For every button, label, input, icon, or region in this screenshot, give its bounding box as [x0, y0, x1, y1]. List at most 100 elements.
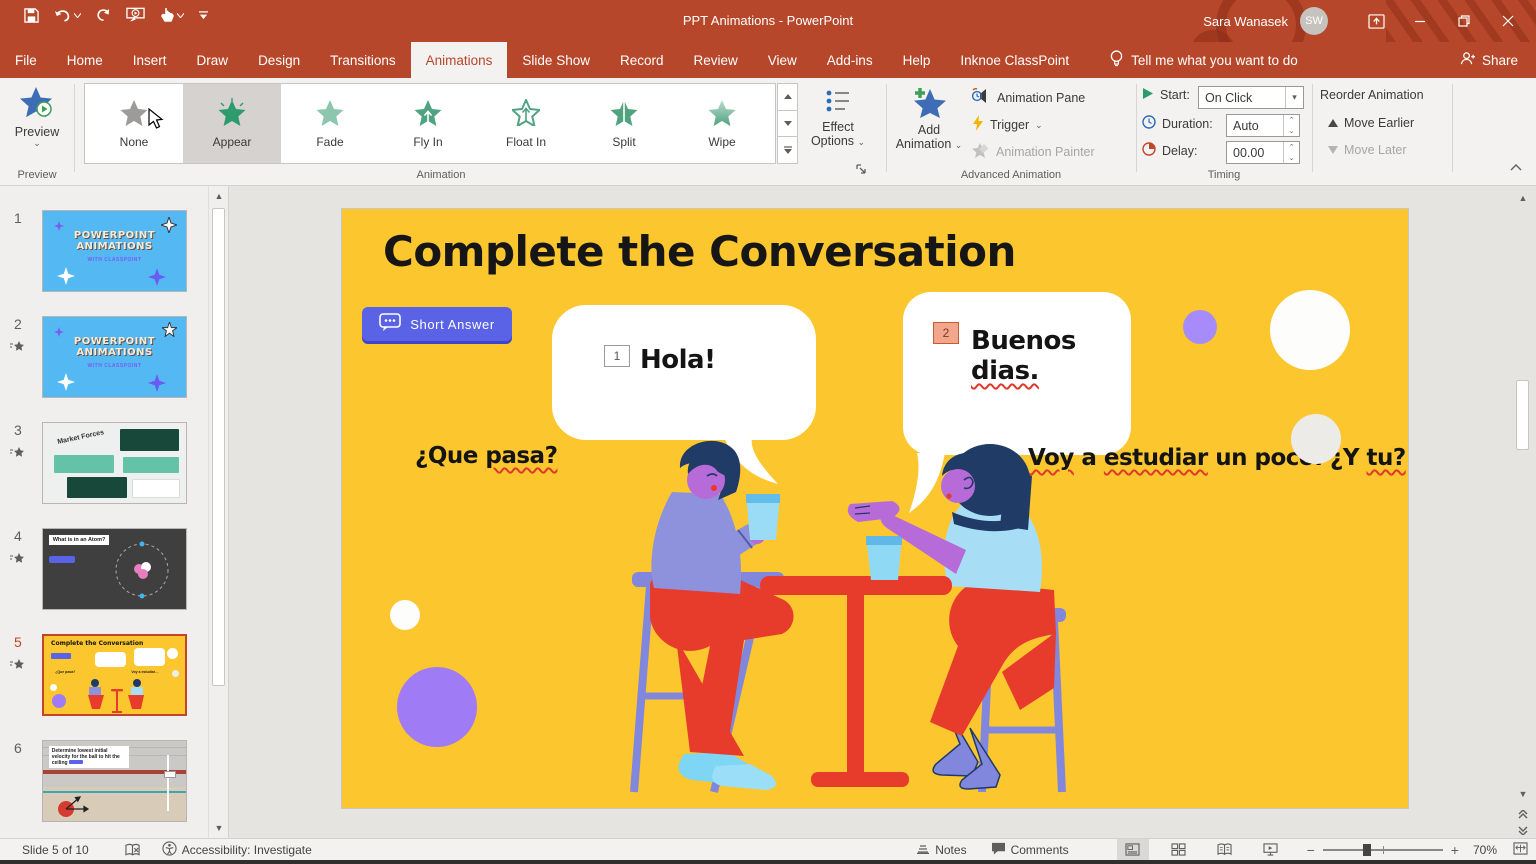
animation-fly-in[interactable]: Fly In: [379, 84, 477, 163]
animation-none[interactable]: None: [85, 84, 183, 163]
delay-spin-buttons[interactable]: ⌃⌄: [1283, 142, 1299, 163]
tab-draw[interactable]: Draw: [182, 42, 244, 78]
slide-thumbnail-4[interactable]: What is in an Atom?: [42, 528, 187, 610]
scroll-down-icon[interactable]: ▼: [209, 818, 229, 838]
gallery-scroll-down-icon[interactable]: [777, 111, 798, 138]
user-name[interactable]: Sara Wanasek: [1203, 14, 1288, 29]
bubble-text-hola[interactable]: Hola!: [640, 345, 715, 375]
speech-bubble-buenos-dias[interactable]: 2 Buenos dias.: [903, 292, 1131, 455]
tab-file[interactable]: File: [0, 42, 52, 78]
slide-thumbnail-6[interactable]: Determine lowest initial velocity for th…: [42, 740, 187, 822]
market-forces-label: Market Forces: [57, 429, 105, 446]
add-animation-line2: Animation ⌄: [896, 137, 963, 151]
animation-order-badge-1[interactable]: 1: [604, 345, 630, 367]
tab-design[interactable]: Design: [243, 42, 315, 78]
animation-split[interactable]: Split: [575, 84, 673, 163]
ribbon-display-options-icon[interactable]: [1354, 0, 1398, 42]
fit-slide-to-window-icon[interactable]: [1513, 842, 1528, 858]
slide-thumbnail-2[interactable]: POWERPOINTANIMATIONS WITH CLASSPOINT: [42, 316, 187, 398]
notes-label: Notes: [935, 843, 966, 857]
start-label-row: Start:: [1142, 87, 1190, 103]
tell-me-box[interactable]: Tell me what you want to do: [1110, 42, 1298, 78]
animation-indicator-icon[interactable]: [10, 340, 24, 358]
decor-circle-purple-large: [397, 667, 477, 747]
animation-appear[interactable]: Appear: [183, 84, 281, 163]
slide-show-view-button[interactable]: [1255, 839, 1287, 861]
tab-animations[interactable]: Animations: [411, 42, 508, 78]
accessibility-checker[interactable]: Accessibility: Investigate: [162, 841, 312, 859]
scroll-up-icon[interactable]: ▲: [209, 186, 229, 206]
tab-inknoe-classpoint[interactable]: Inknoe ClassPoint: [945, 42, 1084, 78]
animation-indicator-icon[interactable]: [10, 552, 24, 570]
tab-slide-show[interactable]: Slide Show: [507, 42, 605, 78]
add-animation-button[interactable]: Add Animation ⌄: [894, 86, 964, 151]
user-avatar[interactable]: SW: [1300, 7, 1328, 35]
move-earlier-button[interactable]: Move Earlier: [1328, 116, 1414, 130]
tab-home[interactable]: Home: [52, 42, 118, 78]
next-slide-button[interactable]: [1513, 820, 1533, 840]
zoom-level[interactable]: 70%: [1473, 843, 1497, 857]
zoom-slider-thumb[interactable]: [1363, 844, 1371, 856]
tab-add-ins[interactable]: Add-ins: [812, 42, 888, 78]
accessibility-icon: [162, 841, 177, 859]
trigger-button[interactable]: Trigger ⌄: [972, 115, 1043, 134]
animation-wipe[interactable]: Wipe: [673, 84, 771, 163]
tab-review[interactable]: Review: [679, 42, 753, 78]
slide-thumbnail-3[interactable]: Market Forces: [42, 422, 187, 504]
slide-counter[interactable]: Slide 5 of 10: [22, 843, 89, 857]
animation-indicator-icon[interactable]: [10, 446, 24, 464]
zoom-in-icon[interactable]: +: [1451, 842, 1459, 858]
gallery-scroll-up-icon[interactable]: [777, 83, 798, 111]
start-combobox[interactable]: On Click ▾: [1198, 86, 1304, 109]
question-que-pasa[interactable]: ¿Que pasa?: [415, 443, 557, 469]
reading-view-button[interactable]: [1209, 839, 1241, 861]
decor-circle-white-small: [390, 600, 420, 630]
animation-pane-button[interactable]: Animation Pane: [972, 88, 1085, 107]
scroll-down-icon[interactable]: ▼: [1513, 784, 1533, 804]
bubble-text-buenos-dias[interactable]: Buenos dias.: [971, 326, 1131, 386]
normal-view-button[interactable]: [1117, 839, 1149, 861]
zoom-out-icon[interactable]: −: [1307, 842, 1315, 858]
notes-button[interactable]: Notes: [916, 842, 966, 857]
scroll-up-icon[interactable]: ▲: [1513, 188, 1533, 208]
slide-thumbnail-1[interactable]: POWERPOINTANIMATIONS WITH CLASSPOINT: [42, 210, 187, 292]
tab-view[interactable]: View: [753, 42, 812, 78]
animation-float-in[interactable]: Float In: [477, 84, 575, 163]
preview-star-icon: [20, 86, 54, 121]
duration-spinner[interactable]: Auto ⌃⌄: [1226, 114, 1300, 137]
delay-spinner[interactable]: 00.00 ⌃⌄: [1226, 141, 1300, 164]
tab-insert[interactable]: Insert: [118, 42, 182, 78]
slide-editor[interactable]: Complete the Conversation Short Answer 1…: [342, 209, 1408, 808]
animation-indicator-icon[interactable]: [10, 658, 24, 676]
tab-help[interactable]: Help: [888, 42, 946, 78]
minimize-button[interactable]: [1398, 0, 1442, 42]
animation-order-badge-2-selected[interactable]: 2: [933, 322, 959, 344]
slide-sorter-view-button[interactable]: [1163, 839, 1195, 861]
short-answer-button[interactable]: Short Answer: [362, 307, 512, 341]
restore-button[interactable]: [1442, 0, 1486, 42]
tab-record[interactable]: Record: [605, 42, 679, 78]
slide-title[interactable]: Complete the Conversation: [383, 227, 1016, 276]
thumbnail-scrollbar[interactable]: ▲ ▼: [208, 186, 228, 838]
gallery-more-icon[interactable]: [777, 137, 798, 164]
animation-dialog-launcher-icon[interactable]: [856, 164, 867, 178]
effect-options-button[interactable]: Effect Options ⌄: [806, 88, 870, 148]
short-answer-button-mini: [51, 653, 71, 659]
scrollbar-thumb[interactable]: [1516, 380, 1529, 450]
canvas-scrollbar[interactable]: ▲ ▼: [1513, 188, 1533, 836]
speech-bubble-hola[interactable]: 1 Hola!: [552, 305, 816, 440]
preview-button[interactable]: Preview ⌄: [8, 86, 66, 147]
scrollbar-thumb[interactable]: [212, 208, 225, 686]
zoom-slider[interactable]: [1323, 843, 1443, 857]
close-button[interactable]: [1486, 0, 1530, 42]
collapse-ribbon-icon[interactable]: [1510, 160, 1522, 174]
duration-spin-buttons[interactable]: ⌃⌄: [1283, 115, 1299, 136]
spellcheck-icon[interactable]: [125, 843, 140, 857]
slide-thumbnail-5-selected[interactable]: Complete the Conversation ¿Que pasa? Voy…: [42, 634, 187, 716]
animation-pane-label: Animation Pane: [997, 91, 1085, 105]
tab-transitions[interactable]: Transitions: [315, 42, 411, 78]
animation-fade[interactable]: Fade: [281, 84, 379, 163]
comments-button[interactable]: Comments: [991, 842, 1069, 858]
start-dropdown-icon[interactable]: ▾: [1285, 87, 1303, 108]
share-button[interactable]: Share: [1460, 42, 1518, 78]
